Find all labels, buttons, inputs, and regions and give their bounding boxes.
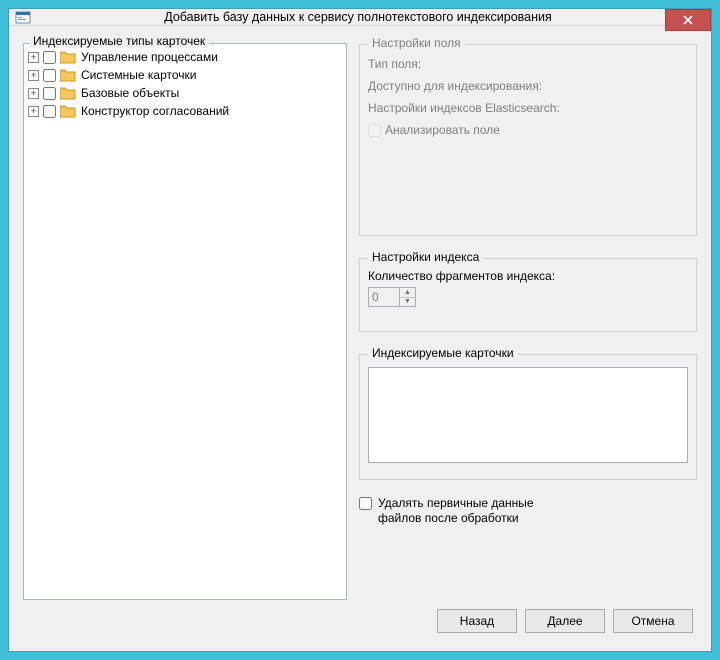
delete-primary-label-line1: Удалять первичные данные <box>378 496 534 510</box>
spin-up-icon[interactable]: ▲ <box>400 288 415 298</box>
tree-item[interactable]: + Конструктор согласований <box>26 102 344 120</box>
tree-item-label: Управление процессами <box>79 50 218 64</box>
field-settings-group: Настройки поля Тип поля: Доступно для ин… <box>359 44 697 236</box>
dialog-window: Добавить базу данных к сервису полнотекс… <box>8 8 712 652</box>
field-settings-legend: Настройки поля <box>368 36 465 50</box>
tree-checkbox[interactable] <box>43 69 56 82</box>
field-type-label: Тип поля: <box>368 57 688 71</box>
delete-primary-checkbox[interactable] <box>359 497 372 510</box>
tree-item-label: Системные карточки <box>79 68 197 82</box>
indexed-cards-list[interactable] <box>368 367 688 463</box>
right-panel: Настройки поля Тип поля: Доступно для ин… <box>359 36 697 600</box>
index-settings-legend: Настройки индекса <box>368 250 483 264</box>
spin-down-icon[interactable]: ▼ <box>400 298 415 307</box>
delete-option-row: Удалять первичные данные файлов после об… <box>359 496 697 526</box>
tree-checkbox[interactable] <box>43 87 56 100</box>
fragments-spin: ▲ ▼ <box>400 287 416 307</box>
delete-primary-label-line2: файлов после обработки <box>378 511 519 525</box>
analyze-field-checkbox <box>368 124 381 137</box>
tree-checkbox[interactable] <box>43 105 56 118</box>
fragments-label: Количество фрагментов индекса: <box>368 269 688 283</box>
expander-icon[interactable]: + <box>28 52 39 63</box>
es-settings-label: Настройки индексов Elasticsearch: <box>368 101 688 115</box>
tree-checkbox[interactable] <box>43 51 56 64</box>
tree-item[interactable]: + Системные карточки <box>26 66 344 84</box>
analyze-field-row: Анализировать поле <box>368 123 688 137</box>
tree-item[interactable]: + Управление процессами <box>26 48 344 66</box>
folder-icon <box>60 50 76 64</box>
fragments-stepper: ▲ ▼ <box>368 287 688 307</box>
tree-item[interactable]: + Базовые объекты <box>26 84 344 102</box>
tree-item-label: Базовые объекты <box>79 86 179 100</box>
close-icon <box>683 15 693 25</box>
folder-icon <box>60 68 76 82</box>
indexed-cards-legend: Индексируемые карточки <box>368 346 518 360</box>
client-area: Индексируемые типы карточек + Управление… <box>9 26 711 654</box>
app-icon <box>15 9 31 25</box>
next-button[interactable]: Далее <box>525 609 605 633</box>
back-button[interactable]: Назад <box>437 609 517 633</box>
folder-icon <box>60 86 76 100</box>
cancel-button[interactable]: Отмена <box>613 609 693 633</box>
title-bar: Добавить базу данных к сервису полнотекс… <box>9 9 711 26</box>
dialog-footer: Назад Далее Отмена <box>23 600 697 642</box>
window-title: Добавить базу данных к сервису полнотекс… <box>31 10 711 24</box>
index-settings-group: Настройки индекса Количество фрагментов … <box>359 258 697 332</box>
card-types-legend: Индексируемые типы карточек <box>29 34 209 48</box>
expander-icon[interactable]: + <box>28 88 39 99</box>
card-types-panel: Индексируемые типы карточек + Управление… <box>23 36 347 600</box>
field-avail-label: Доступно для индексирования: <box>368 79 688 93</box>
expander-icon[interactable]: + <box>28 106 39 117</box>
card-types-tree[interactable]: + Управление процессами + Системны <box>23 43 347 600</box>
analyze-field-label: Анализировать поле <box>385 123 500 137</box>
indexed-cards-group: Индексируемые карточки <box>359 354 697 480</box>
delete-primary-label: Удалять первичные данные файлов после об… <box>378 496 534 526</box>
expander-icon[interactable]: + <box>28 70 39 81</box>
folder-icon <box>60 104 76 118</box>
tree-item-label: Конструктор согласований <box>79 104 229 118</box>
fragments-input[interactable] <box>368 287 400 307</box>
content-row: Индексируемые типы карточек + Управление… <box>23 36 697 600</box>
